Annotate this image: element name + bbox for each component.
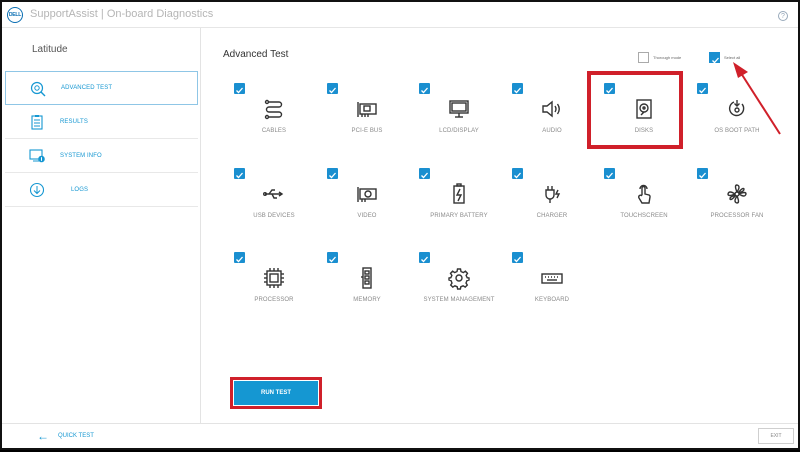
page-title: Advanced Test bbox=[223, 49, 289, 60]
test-tile-keyboard[interactable]: KEYBOARD bbox=[512, 252, 606, 332]
pci-card-icon bbox=[357, 102, 377, 117]
thorough-mode-checkbox[interactable] bbox=[638, 52, 649, 63]
thorough-mode-label: Thorough mode bbox=[653, 55, 682, 60]
download-icon bbox=[29, 182, 45, 198]
test-label: SYSTEM MANAGEMENT bbox=[423, 297, 495, 303]
test-checkbox[interactable] bbox=[327, 252, 338, 263]
test-label: PRIMARY BATTERY bbox=[430, 213, 488, 219]
test-tile-charger[interactable]: CHARGER bbox=[512, 168, 606, 248]
test-label: VIDEO bbox=[357, 213, 377, 219]
title-bar: DELL SupportAssist | On-board Diagnostic… bbox=[2, 2, 798, 28]
speaker-icon bbox=[542, 100, 560, 118]
sidebar-item-label: SYSTEM INFO bbox=[60, 152, 102, 159]
test-checkbox[interactable] bbox=[419, 168, 430, 179]
test-label: MEMORY bbox=[353, 297, 381, 303]
plug-icon bbox=[545, 186, 561, 203]
memory-icon bbox=[361, 267, 372, 289]
fan-icon bbox=[727, 184, 747, 204]
run-test-label: RUN TEST bbox=[234, 381, 318, 405]
video-card-icon bbox=[357, 187, 377, 202]
sidebar-item-system-info[interactable]: SYSTEM INFO bbox=[5, 139, 198, 173]
exit-button[interactable]: EXIT bbox=[758, 428, 794, 444]
select-all-checkbox[interactable] bbox=[709, 52, 720, 64]
test-checkbox[interactable] bbox=[512, 83, 523, 94]
test-checkbox[interactable] bbox=[604, 168, 615, 179]
test-tile-pci-e-bus[interactable]: PCI-E BUS bbox=[327, 83, 421, 163]
test-tile-touchscreen[interactable]: TOUCHSCREEN bbox=[604, 168, 698, 248]
test-tile-primary-battery[interactable]: PRIMARY BATTERY bbox=[419, 168, 513, 248]
test-label: USB DEVICES bbox=[253, 213, 295, 219]
test-checkbox[interactable] bbox=[327, 168, 338, 179]
test-tile-processor[interactable]: PROCESSOR bbox=[234, 252, 328, 332]
select-all-label: Select all bbox=[724, 55, 741, 60]
sidebar-item-advanced-test[interactable]: ADVANCED TEST bbox=[5, 71, 198, 105]
test-label: TOUCHSCREEN bbox=[620, 213, 668, 219]
test-label: PROCESSOR bbox=[254, 297, 294, 303]
test-checkbox[interactable] bbox=[327, 83, 338, 94]
test-label: OS BOOT PATH bbox=[714, 128, 760, 134]
test-tile-lcd-display[interactable]: LCD/DISPLAY bbox=[419, 83, 513, 163]
app-window: DELL SupportAssist | On-board Diagnostic… bbox=[0, 0, 800, 450]
test-tile-memory[interactable]: MEMORY bbox=[327, 252, 421, 332]
chip-icon bbox=[264, 268, 284, 288]
quick-test-link[interactable]: QUICK TEST bbox=[58, 433, 94, 439]
test-label: PCI-E BUS bbox=[351, 128, 383, 134]
back-arrow-icon[interactable]: ← bbox=[37, 430, 49, 442]
clipboard-icon bbox=[31, 115, 43, 130]
footer: ← QUICK TEST EXIT bbox=[2, 423, 798, 448]
test-label: KEYBOARD bbox=[534, 297, 570, 303]
sidebar-item-label: RESULTS bbox=[60, 118, 88, 125]
test-checkbox[interactable] bbox=[234, 83, 245, 94]
test-checkbox[interactable] bbox=[419, 83, 430, 94]
test-checkbox[interactable] bbox=[697, 83, 708, 94]
test-checkbox[interactable] bbox=[697, 168, 708, 179]
monitor-info-icon bbox=[29, 149, 45, 163]
test-label: CHARGER bbox=[536, 213, 568, 219]
gear-icon bbox=[448, 268, 470, 290]
sidebar-item-logs[interactable]: LOGS bbox=[5, 173, 198, 207]
sidebar-item-label: ADVANCED TEST bbox=[61, 85, 113, 91]
run-test-button[interactable]: RUN TEST bbox=[230, 377, 322, 409]
dell-logo-icon: DELL bbox=[7, 7, 23, 23]
disks-highlight-box bbox=[587, 71, 683, 149]
device-name: Latitude bbox=[32, 44, 68, 55]
test-tile-os-boot-path[interactable]: OS BOOT PATH bbox=[697, 83, 791, 163]
test-tile-usb-devices[interactable]: USB DEVICES bbox=[234, 168, 328, 248]
boot-icon bbox=[728, 100, 745, 117]
search-icon bbox=[30, 81, 46, 97]
test-checkbox[interactable] bbox=[234, 252, 245, 263]
test-label: PROCESSOR FAN bbox=[710, 213, 764, 219]
test-tile-video[interactable]: VIDEO bbox=[327, 168, 421, 248]
app-title: SupportAssist | On-board Diagnostics bbox=[30, 8, 214, 20]
test-label: LCD/DISPLAY bbox=[439, 128, 479, 134]
test-tile-system-management[interactable]: SYSTEM MANAGEMENT bbox=[419, 252, 513, 332]
sidebar: Latitude ADVANCED TEST RESULTS SYSTEM IN… bbox=[2, 28, 201, 423]
battery-icon bbox=[453, 183, 465, 204]
select-all-option[interactable]: Select all bbox=[709, 52, 741, 64]
sidebar-nav: ADVANCED TEST RESULTS SYSTEM INFO LOGS bbox=[5, 71, 198, 207]
usb-icon bbox=[263, 189, 284, 199]
keyboard-icon bbox=[541, 273, 563, 284]
test-checkbox[interactable] bbox=[234, 168, 245, 179]
test-checkbox[interactable] bbox=[512, 168, 523, 179]
test-label: CABLES bbox=[261, 128, 287, 134]
test-checkbox[interactable] bbox=[512, 252, 523, 263]
monitor-icon bbox=[449, 100, 469, 118]
sidebar-item-results[interactable]: RESULTS bbox=[5, 105, 198, 139]
cable-icon bbox=[264, 99, 283, 120]
touch-icon bbox=[638, 184, 651, 204]
test-checkbox[interactable] bbox=[419, 252, 430, 263]
help-icon[interactable]: ? bbox=[778, 11, 788, 21]
sidebar-item-label: LOGS bbox=[71, 186, 89, 193]
thorough-mode-option[interactable]: Thorough mode bbox=[638, 52, 681, 63]
test-tile-processor-fan[interactable]: PROCESSOR FAN bbox=[697, 168, 791, 248]
main-panel: Advanced Test Thorough mode Select all C… bbox=[202, 28, 798, 423]
test-tile-cables[interactable]: CABLES bbox=[234, 83, 328, 163]
